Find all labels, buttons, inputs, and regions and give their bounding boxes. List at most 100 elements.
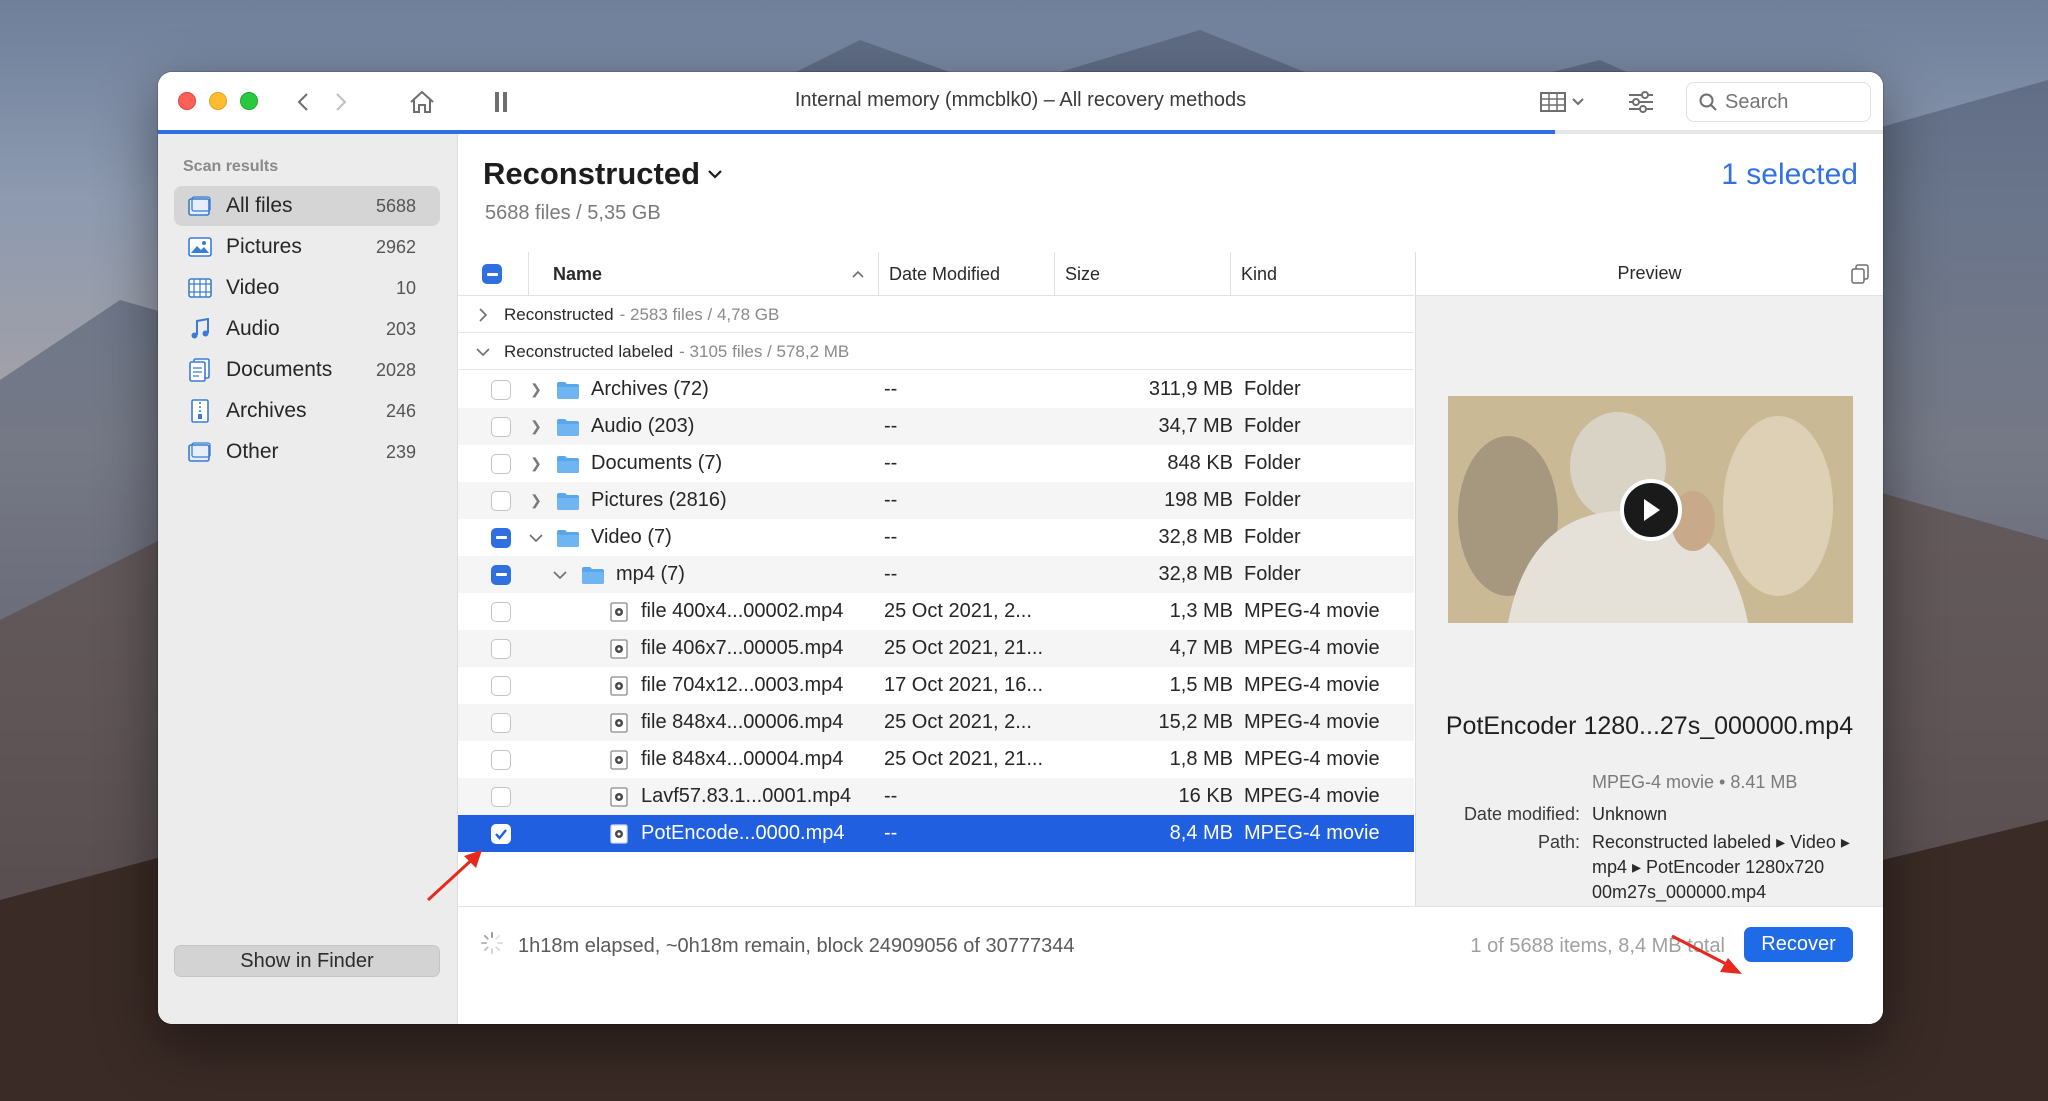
close-window-button[interactable] xyxy=(178,92,196,110)
row-name: file 848x4...00006.mp4 xyxy=(641,711,844,733)
row-checkbox[interactable] xyxy=(491,778,511,815)
folder-icon xyxy=(581,556,605,593)
row-date: -- xyxy=(884,378,898,400)
recover-button[interactable]: Recover xyxy=(1744,927,1853,962)
search-field[interactable] xyxy=(1686,82,1871,122)
row-checkbox[interactable] xyxy=(491,704,511,741)
row-kind: MPEG-4 movie xyxy=(1244,600,1380,622)
group-row-reconstructed[interactable]: Reconstructed - 2583 files / 4,78 GB xyxy=(458,297,1414,333)
table-row[interactable]: file 848x4...00004.mp4 25 Oct 2021, 21..… xyxy=(458,741,1414,778)
preview-path-label: Path: xyxy=(1537,832,1580,852)
row-size: 1,8 MB xyxy=(1169,748,1233,770)
row-date: -- xyxy=(884,785,898,807)
search-icon xyxy=(1699,93,1717,111)
row-checkbox[interactable] xyxy=(491,630,511,667)
zoom-window-button[interactable] xyxy=(240,92,258,110)
row-checkbox-checked[interactable] xyxy=(491,815,511,852)
copy-icon[interactable] xyxy=(1851,264,1869,284)
row-checkbox[interactable] xyxy=(491,371,511,408)
chevron-right-icon[interactable]: ❯ xyxy=(528,408,544,445)
sidebar-item-count: 203 xyxy=(385,318,416,339)
column-header-kind[interactable]: Kind xyxy=(1230,252,1414,296)
row-size: 198 MB xyxy=(1164,489,1233,511)
row-date: 25 Oct 2021, 2... xyxy=(884,600,1032,622)
home-button[interactable] xyxy=(404,86,440,118)
column-header-name[interactable]: Name xyxy=(528,252,878,296)
all-files-icon xyxy=(188,194,212,218)
filter-settings-button[interactable] xyxy=(1624,86,1658,118)
row-checkbox[interactable] xyxy=(491,741,511,778)
sidebar-item-count: 5688 xyxy=(375,195,416,216)
sidebar: Scan results All files 5688 Pictures 296… xyxy=(158,134,458,1024)
sidebar-item-label: Video xyxy=(226,276,280,299)
row-size: 16 KB xyxy=(1178,785,1233,807)
row-checkbox[interactable] xyxy=(491,519,511,556)
back-button[interactable] xyxy=(288,86,318,118)
table-row[interactable]: ❯ Pictures (2816) -- 198 MB Folder xyxy=(458,482,1414,519)
row-kind: MPEG-4 movie xyxy=(1244,785,1380,807)
table-row[interactable]: Video (7) -- 32,8 MB Folder xyxy=(458,519,1414,556)
search-input[interactable] xyxy=(1725,90,1855,114)
video-icon xyxy=(188,276,212,300)
play-icon xyxy=(1644,499,1660,521)
table-row[interactable]: Lavf57.83.1...0001.mp4 -- 16 KB MPEG-4 m… xyxy=(458,778,1414,815)
table-row[interactable]: file 406x7...00005.mp4 25 Oct 2021, 21..… xyxy=(458,630,1414,667)
minimize-window-button[interactable] xyxy=(209,92,227,110)
sidebar-item-other[interactable]: Other 239 xyxy=(174,432,440,472)
sidebar-item-video[interactable]: Video 10 xyxy=(174,268,440,308)
row-kind: Folder xyxy=(1244,526,1301,548)
preview-file-name: PotEncoder 1280...27s_000000.mp4 xyxy=(1445,712,1854,740)
table-row[interactable]: file 704x12...0003.mp4 17 Oct 2021, 16..… xyxy=(458,667,1414,704)
forward-button[interactable] xyxy=(326,86,356,118)
column-header-date-label: Date Modified xyxy=(889,263,1001,284)
group-detail: - 3105 files / 578,2 MB xyxy=(679,341,850,361)
chevron-right-icon[interactable]: ❯ xyxy=(528,371,544,408)
show-in-finder-button[interactable]: Show in Finder xyxy=(174,945,440,977)
chevron-down-icon[interactable] xyxy=(552,556,568,593)
group-row-reconstructed-labeled[interactable]: Reconstructed labeled - 3105 files / 578… xyxy=(458,334,1414,370)
movie-file-icon xyxy=(610,630,628,667)
video-thumbnail[interactable] xyxy=(1448,396,1853,623)
chevron-right-icon[interactable]: ❯ xyxy=(528,482,544,519)
pause-scan-button[interactable] xyxy=(486,86,516,118)
row-checkbox[interactable] xyxy=(491,593,511,630)
sidebar-item-count: 2962 xyxy=(375,236,416,257)
sidebar-item-pictures[interactable]: Pictures 2962 xyxy=(174,227,440,267)
pictures-icon xyxy=(188,235,212,259)
chevron-down-icon[interactable] xyxy=(528,519,544,556)
row-checkbox[interactable] xyxy=(491,408,511,445)
table-row[interactable]: file 848x4...00006.mp4 25 Oct 2021, 2...… xyxy=(458,704,1414,741)
chevron-right-icon[interactable]: ❯ xyxy=(528,445,544,482)
row-date: 25 Oct 2021, 21... xyxy=(884,637,1043,659)
row-checkbox[interactable] xyxy=(491,445,511,482)
table-row[interactable]: ❯ Documents (7) -- 848 KB Folder xyxy=(458,445,1414,482)
chevron-right-icon xyxy=(479,307,488,322)
sidebar-item-audio[interactable]: Audio 203 xyxy=(174,309,440,349)
sidebar-item-documents[interactable]: Documents 2028 xyxy=(174,350,440,390)
row-kind: MPEG-4 movie xyxy=(1244,674,1380,696)
table-row[interactable]: ❯ Audio (203) -- 34,7 MB Folder xyxy=(458,408,1414,445)
row-checkbox[interactable] xyxy=(491,667,511,704)
column-header-size[interactable]: Size xyxy=(1054,252,1230,296)
pause-icon xyxy=(495,92,507,112)
table-row-selected[interactable]: PotEncode...0000.mp4 -- 8,4 MB MPEG-4 mo… xyxy=(458,815,1414,852)
sidebar-item-archives[interactable]: Archives 246 xyxy=(174,391,440,431)
view-selector[interactable]: Reconstructed xyxy=(483,156,722,192)
row-date: -- xyxy=(884,452,898,474)
table-row[interactable]: ❯ Archives (72) -- 311,9 MB Folder xyxy=(458,371,1414,408)
play-button[interactable] xyxy=(1620,479,1682,541)
row-date: -- xyxy=(884,526,898,548)
home-icon xyxy=(410,90,434,113)
sidebar-item-all-files[interactable]: All files 5688 xyxy=(174,186,440,226)
column-header-date[interactable]: Date Modified xyxy=(878,252,1054,296)
table-row[interactable]: file 400x4...00002.mp4 25 Oct 2021, 2...… xyxy=(458,593,1414,630)
row-checkbox[interactable] xyxy=(491,482,511,519)
row-name: PotEncode...0000.mp4 xyxy=(641,822,845,844)
sidebar-item-label: All files xyxy=(226,194,293,217)
view-mode-button[interactable] xyxy=(1534,86,1590,118)
movie-file-icon xyxy=(610,593,628,630)
table-row[interactable]: mp4 (7) -- 32,8 MB Folder xyxy=(458,556,1414,593)
select-all-checkbox[interactable] xyxy=(482,252,512,296)
row-name: file 704x12...0003.mp4 xyxy=(641,674,844,696)
row-checkbox[interactable] xyxy=(491,556,511,593)
